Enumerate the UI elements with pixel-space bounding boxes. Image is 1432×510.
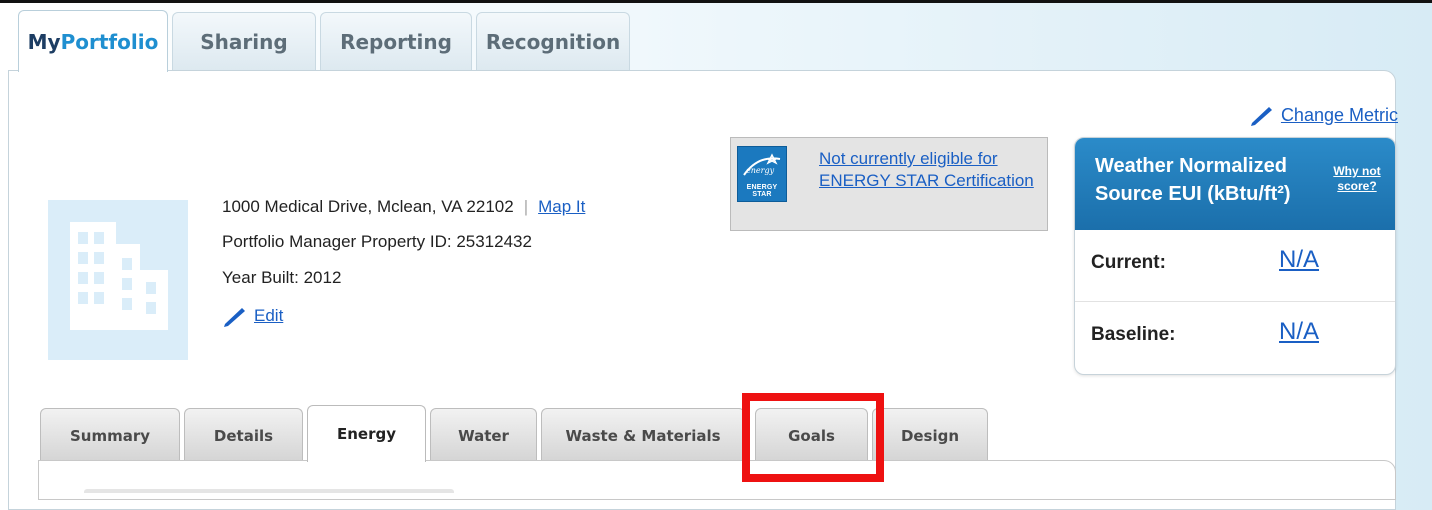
why-not-score-line1: Why not <box>1333 164 1381 178</box>
tab-myportfolio-accent: Portfolio <box>60 29 159 54</box>
map-it-link[interactable]: Map It <box>538 197 585 216</box>
metric-card-header: Weather Normalized Source EUI (kBtu/ft²)… <box>1075 138 1395 230</box>
current-label: Current: <box>1091 252 1166 273</box>
property-id: Portfolio Manager Property ID: 25312432 <box>222 232 532 251</box>
tab-content-panel <box>38 460 1396 500</box>
address-separator: | <box>523 197 529 216</box>
building-icon <box>70 222 168 330</box>
pencil-icon <box>1250 107 1272 126</box>
tab-recognition-label: Recognition <box>485 29 621 54</box>
edit-property[interactable]: Edit <box>222 305 283 327</box>
property-address-line: 1000 Medical Drive, Mclean, VA 22102 | Map… <box>222 197 585 217</box>
energy-star-logo-icon: energy ENERGY STAR <box>737 146 787 202</box>
tab-water[interactable]: Water <box>430 408 537 462</box>
tab-reporting[interactable]: Reporting <box>320 12 472 70</box>
building-image <box>48 200 188 360</box>
why-not-score-line2: score? <box>1337 179 1377 193</box>
metric-title-line2: Source EUI (kBtu/ft²) <box>1095 183 1291 205</box>
tab-myportfolio-prefix: My <box>27 29 61 54</box>
metric-row-current: Current: N/A <box>1075 230 1395 301</box>
metric-title-line1: Weather Normalized <box>1095 155 1287 177</box>
energy-star-eligibility-link[interactable]: Not currently eligible for ENERGY STAR C… <box>819 148 1039 192</box>
tab-design[interactable]: Design <box>872 408 988 462</box>
property-address: 1000 Medical Drive, Mclean, VA 22102 <box>222 197 514 216</box>
current-value-link[interactable]: N/A <box>1279 246 1319 274</box>
tab-sharing-label: Sharing <box>200 29 288 54</box>
baseline-label: Baseline: <box>1091 324 1176 345</box>
tab-details[interactable]: Details <box>184 408 303 462</box>
tab-summary[interactable]: Summary <box>40 408 180 462</box>
energy-star-swoosh-icon: energy <box>743 153 781 176</box>
metric-row-baseline: Baseline: N/A <box>1075 301 1395 373</box>
why-not-score-link[interactable]: Why not score? <box>1329 164 1385 194</box>
change-metric[interactable]: Change Metric <box>1249 104 1398 126</box>
energy-star-eligibility: energy ENERGY STAR Not currently eligibl… <box>730 137 1048 231</box>
top-border-line <box>0 0 1432 3</box>
tab-sharing[interactable]: Sharing <box>172 12 316 70</box>
metric-title: Weather Normalized Source EUI (kBtu/ft²) <box>1095 152 1291 208</box>
metric-card: Weather Normalized Source EUI (kBtu/ft²)… <box>1074 137 1396 375</box>
tab-energy[interactable]: Energy <box>307 405 426 462</box>
tab-myportfolio[interactable]: My Portfolio <box>18 10 168 72</box>
edit-link[interactable]: Edit <box>254 306 283 326</box>
tab-recognition[interactable]: Recognition <box>476 12 630 70</box>
energy-star-logo-text: ENERGY STAR <box>746 184 778 198</box>
svg-text:energy: energy <box>746 166 775 175</box>
goals-tab-highlight <box>742 393 884 482</box>
pencil-icon <box>224 308 245 327</box>
tab-waste-materials[interactable]: Waste & Materials <box>541 408 745 462</box>
baseline-value-link[interactable]: N/A <box>1279 318 1319 346</box>
content-section-top <box>84 489 454 493</box>
change-metric-link[interactable]: Change Metric <box>1281 105 1398 126</box>
tab-reporting-label: Reporting <box>340 29 452 54</box>
year-built: Year Built: 2012 <box>222 268 342 287</box>
